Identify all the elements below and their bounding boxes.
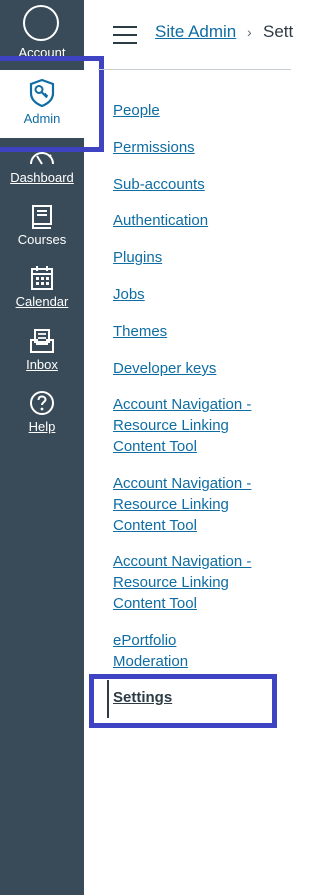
section-nav-developer-keys[interactable]: Developer keys	[113, 358, 281, 379]
nav-inbox-label: Inbox	[26, 357, 58, 372]
dashboard-icon	[30, 152, 54, 165]
section-nav-themes[interactable]: Themes	[113, 321, 281, 342]
nav-admin[interactable]: Admin	[0, 70, 84, 138]
nav-courses[interactable]: Courses	[0, 200, 84, 250]
section-nav-eportfolio-moderation[interactable]: ePortfolio Moderation	[113, 630, 209, 672]
nav-calendar-label: Calendar	[15, 294, 69, 309]
section-nav-settings[interactable]: Settings	[113, 687, 281, 708]
section-nav-permissions[interactable]: Permissions	[113, 137, 281, 158]
section-nav-plugins[interactable]: Plugins	[113, 247, 281, 268]
section-nav-authentication[interactable]: Authentication	[113, 210, 281, 231]
section-nav-jobs[interactable]: Jobs	[113, 284, 281, 305]
nav-calendar[interactable]: Calendar	[0, 262, 84, 312]
help-icon	[30, 391, 54, 415]
nav-courses-label: Courses	[17, 232, 67, 247]
section-nav-sub-accounts[interactable]: Sub-accounts	[113, 174, 281, 195]
nav-account[interactable]: Account	[0, 0, 84, 70]
nav-dashboard-label: Dashboard	[10, 170, 74, 185]
calendar-icon	[31, 266, 53, 290]
nav-account-label: Account	[18, 45, 66, 60]
active-item-indicator	[107, 680, 109, 718]
breadcrumb-separator: ›	[247, 24, 252, 40]
account-avatar-icon	[23, 5, 59, 41]
courses-book-icon	[32, 205, 52, 229]
section-nav-account-navigation-tool-1[interactable]: Account Navigation - Resource Linking Co…	[113, 394, 269, 457]
section-nav-account-navigation-tool-2[interactable]: Account Navigation - Resource Linking Co…	[113, 473, 269, 536]
header-divider	[98, 69, 291, 70]
breadcrumb-current: Sett	[263, 22, 294, 41]
admin-shield-key-icon	[29, 78, 55, 108]
global-navigation: Account Admin Dashboard Courses Calendar…	[0, 0, 84, 895]
section-nav-account-navigation-tool-3[interactable]: Account Navigation - Resource Linking Co…	[113, 551, 269, 614]
nav-dashboard[interactable]: Dashboard	[0, 146, 84, 190]
nav-help-label: Help	[28, 419, 56, 434]
nav-inbox[interactable]: Inbox	[0, 325, 84, 375]
nav-admin-label: Admin	[23, 111, 61, 126]
section-nav-people[interactable]: People	[113, 100, 281, 121]
nav-help[interactable]: Help	[0, 388, 84, 438]
hamburger-icon[interactable]	[113, 26, 137, 44]
breadcrumb-site-admin[interactable]: Site Admin	[155, 22, 236, 42]
inbox-icon	[30, 329, 54, 353]
